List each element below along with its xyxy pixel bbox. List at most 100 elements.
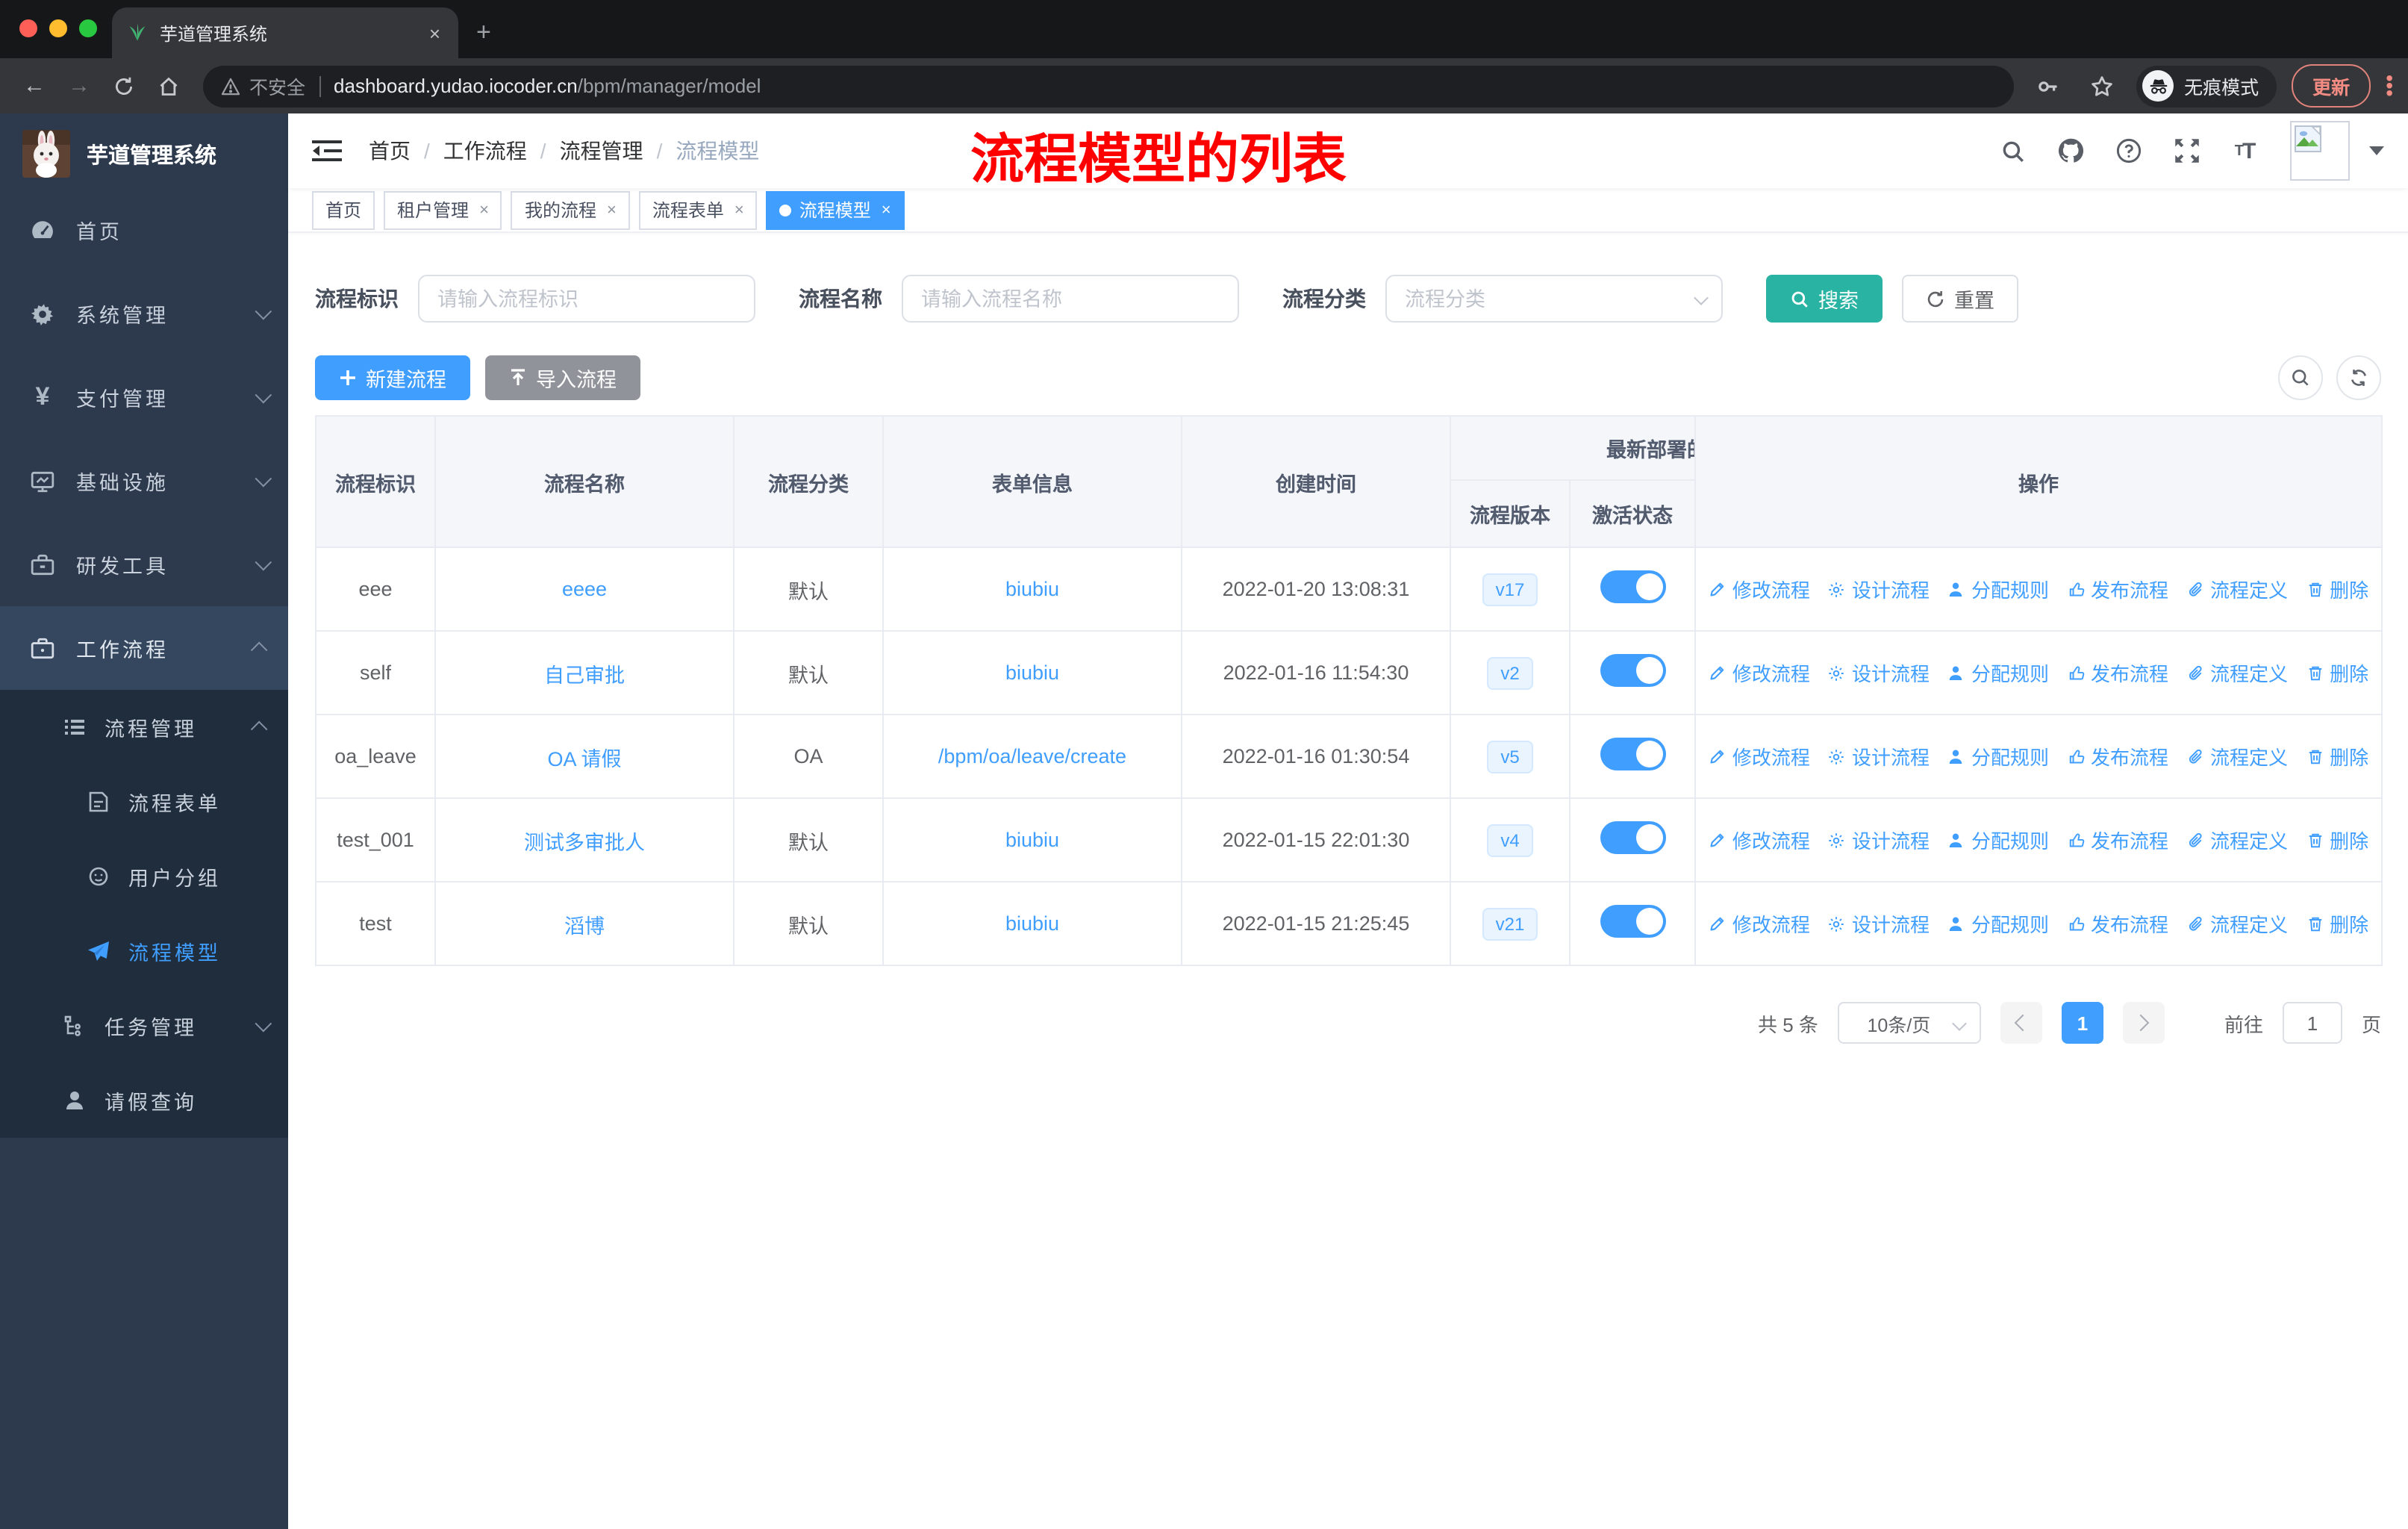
tab-close-icon[interactable]: ×	[426, 22, 443, 44]
github-icon[interactable]	[2057, 137, 2084, 164]
form-info-link[interactable]: biubiu	[1005, 661, 1059, 684]
process-definition-link[interactable]: 流程定义	[2186, 826, 2288, 854]
process-name-link[interactable]: 滔博	[564, 915, 605, 937]
reset-button[interactable]: 重置	[1902, 275, 2018, 323]
delete-process-link[interactable]: 删除	[2306, 909, 2368, 938]
process-key-input[interactable]	[418, 275, 755, 323]
minimize-window-button[interactable]	[49, 19, 67, 37]
sidebar-item-payment[interactable]: ¥ 支付管理	[0, 355, 288, 439]
edit-process-link[interactable]: 修改流程	[1709, 826, 1810, 854]
deploy-process-link[interactable]: 发布流程	[2067, 742, 2168, 770]
design-process-link[interactable]: 设计流程	[1828, 575, 1930, 603]
sidebar-item-process-form[interactable]: 流程表单	[0, 764, 288, 839]
edit-process-link[interactable]: 修改流程	[1709, 742, 1810, 770]
sidebar-item-task-management[interactable]: 任务管理	[0, 988, 288, 1063]
form-info-link[interactable]: biubiu	[1005, 912, 1059, 935]
tag-close-icon[interactable]: ×	[607, 201, 617, 219]
sidebar-item-leave-query[interactable]: 请假查询	[0, 1063, 288, 1138]
tag-home[interactable]: 首页	[312, 190, 375, 229]
process-name-link[interactable]: OA 请假	[547, 747, 621, 770]
assign-rule-link[interactable]: 分配规则	[1947, 658, 2049, 687]
process-category-select-input[interactable]	[1385, 275, 1723, 323]
tag-process-form[interactable]: 流程表单 ×	[638, 190, 758, 229]
form-info-link[interactable]: biubiu	[1005, 578, 1059, 600]
edit-process-link[interactable]: 修改流程	[1709, 909, 1810, 938]
design-process-link[interactable]: 设计流程	[1828, 658, 1930, 687]
sidebar-item-user-group[interactable]: 用户分组	[0, 839, 288, 914]
process-definition-link[interactable]: 流程定义	[2186, 658, 2288, 687]
reload-icon[interactable]	[105, 66, 143, 105]
tag-tenant[interactable]: 租户管理 ×	[384, 190, 502, 229]
close-window-button[interactable]	[19, 19, 37, 37]
breadcrumb-item[interactable]: 首页	[369, 136, 411, 166]
assign-rule-link[interactable]: 分配规则	[1947, 742, 2049, 770]
breadcrumb-item[interactable]: 流程管理	[560, 136, 643, 166]
help-icon[interactable]	[2115, 137, 2142, 164]
hide-search-icon[interactable]	[2278, 355, 2323, 400]
assign-rule-link[interactable]: 分配规则	[1947, 826, 2049, 854]
active-toggle[interactable]	[1600, 905, 1665, 938]
deploy-process-link[interactable]: 发布流程	[2067, 658, 2168, 687]
page-size-select[interactable]: 10条/页	[1837, 1002, 1981, 1044]
update-button[interactable]: 更新	[2292, 64, 2371, 108]
tag-process-model[interactable]: 流程模型 ×	[766, 190, 905, 229]
sidebar-item-process-management[interactable]: 流程管理	[0, 690, 288, 764]
font-size-icon[interactable]: TT	[2232, 137, 2259, 164]
current-page[interactable]: 1	[2061, 1002, 2103, 1044]
sidebar-item-system[interactable]: 系统管理	[0, 272, 288, 355]
zoom-window-button[interactable]	[79, 19, 97, 37]
tag-my-process[interactable]: 我的流程 ×	[511, 190, 630, 229]
new-tab-button[interactable]: +	[476, 18, 491, 48]
tag-close-icon[interactable]: ×	[479, 201, 489, 219]
design-process-link[interactable]: 设计流程	[1828, 909, 1930, 938]
form-info-link[interactable]: /bpm/oa/leave/create	[938, 745, 1126, 767]
deploy-process-link[interactable]: 发布流程	[2067, 826, 2168, 854]
active-toggle[interactable]	[1600, 654, 1665, 687]
key-icon[interactable]	[2029, 66, 2068, 105]
address-bar[interactable]: 不安全 dashboard.yudao.iocoder.cn/bpm/manag…	[203, 65, 2015, 107]
search-button[interactable]: 搜索	[1766, 275, 1883, 323]
active-toggle[interactable]	[1600, 738, 1665, 770]
edit-process-link[interactable]: 修改流程	[1709, 658, 1810, 687]
create-process-button[interactable]: 新建流程	[315, 355, 470, 400]
process-name-link[interactable]: 自己审批	[544, 664, 625, 686]
bookmark-star-icon[interactable]	[2083, 66, 2121, 105]
sidebar-item-infrastructure[interactable]: 基础设施	[0, 439, 288, 523]
delete-process-link[interactable]: 删除	[2306, 826, 2368, 854]
delete-process-link[interactable]: 删除	[2306, 575, 2368, 603]
process-definition-link[interactable]: 流程定义	[2186, 575, 2288, 603]
breadcrumb-item[interactable]: 工作流程	[443, 136, 527, 166]
avatar[interactable]	[2290, 121, 2350, 181]
delete-process-link[interactable]: 删除	[2306, 742, 2368, 770]
sidebar-item-process-model[interactable]: 流程模型	[0, 914, 288, 988]
tag-close-icon[interactable]: ×	[882, 201, 891, 219]
active-toggle[interactable]	[1600, 821, 1665, 854]
design-process-link[interactable]: 设计流程	[1828, 826, 1930, 854]
refresh-icon[interactable]	[2336, 355, 2381, 400]
process-definition-link[interactable]: 流程定义	[2186, 742, 2288, 770]
form-info-link[interactable]: biubiu	[1005, 829, 1059, 851]
active-toggle[interactable]	[1600, 570, 1665, 603]
next-page-button[interactable]	[2122, 1002, 2165, 1044]
design-process-link[interactable]: 设计流程	[1828, 742, 1930, 770]
sidebar-item-devtools[interactable]: 研发工具	[0, 523, 288, 606]
browser-tab[interactable]: 芋道管理系统 ×	[112, 7, 458, 58]
browser-menu-icon[interactable]: • • •	[2386, 67, 2393, 103]
sidebar-item-home[interactable]: 首页	[0, 188, 288, 272]
delete-process-link[interactable]: 删除	[2306, 658, 2368, 687]
goto-page-input[interactable]	[2282, 1002, 2342, 1044]
prev-page-button[interactable]	[2000, 1002, 2042, 1044]
deploy-process-link[interactable]: 发布流程	[2067, 575, 2168, 603]
sidebar-logo-row[interactable]: 芋道管理系统	[0, 113, 288, 188]
collapse-sidebar-icon[interactable]	[312, 139, 342, 163]
home-icon[interactable]	[149, 66, 188, 105]
process-name-link[interactable]: 测试多审批人	[524, 831, 645, 853]
tag-close-icon[interactable]: ×	[734, 201, 744, 219]
sidebar-item-workflow[interactable]: 工作流程	[0, 606, 288, 690]
process-category-select[interactable]	[1385, 275, 1723, 323]
process-name-input[interactable]	[902, 275, 1239, 323]
deploy-process-link[interactable]: 发布流程	[2067, 909, 2168, 938]
back-icon[interactable]: ←	[15, 66, 54, 105]
fullscreen-icon[interactable]	[2174, 137, 2200, 164]
assign-rule-link[interactable]: 分配规则	[1947, 909, 2049, 938]
